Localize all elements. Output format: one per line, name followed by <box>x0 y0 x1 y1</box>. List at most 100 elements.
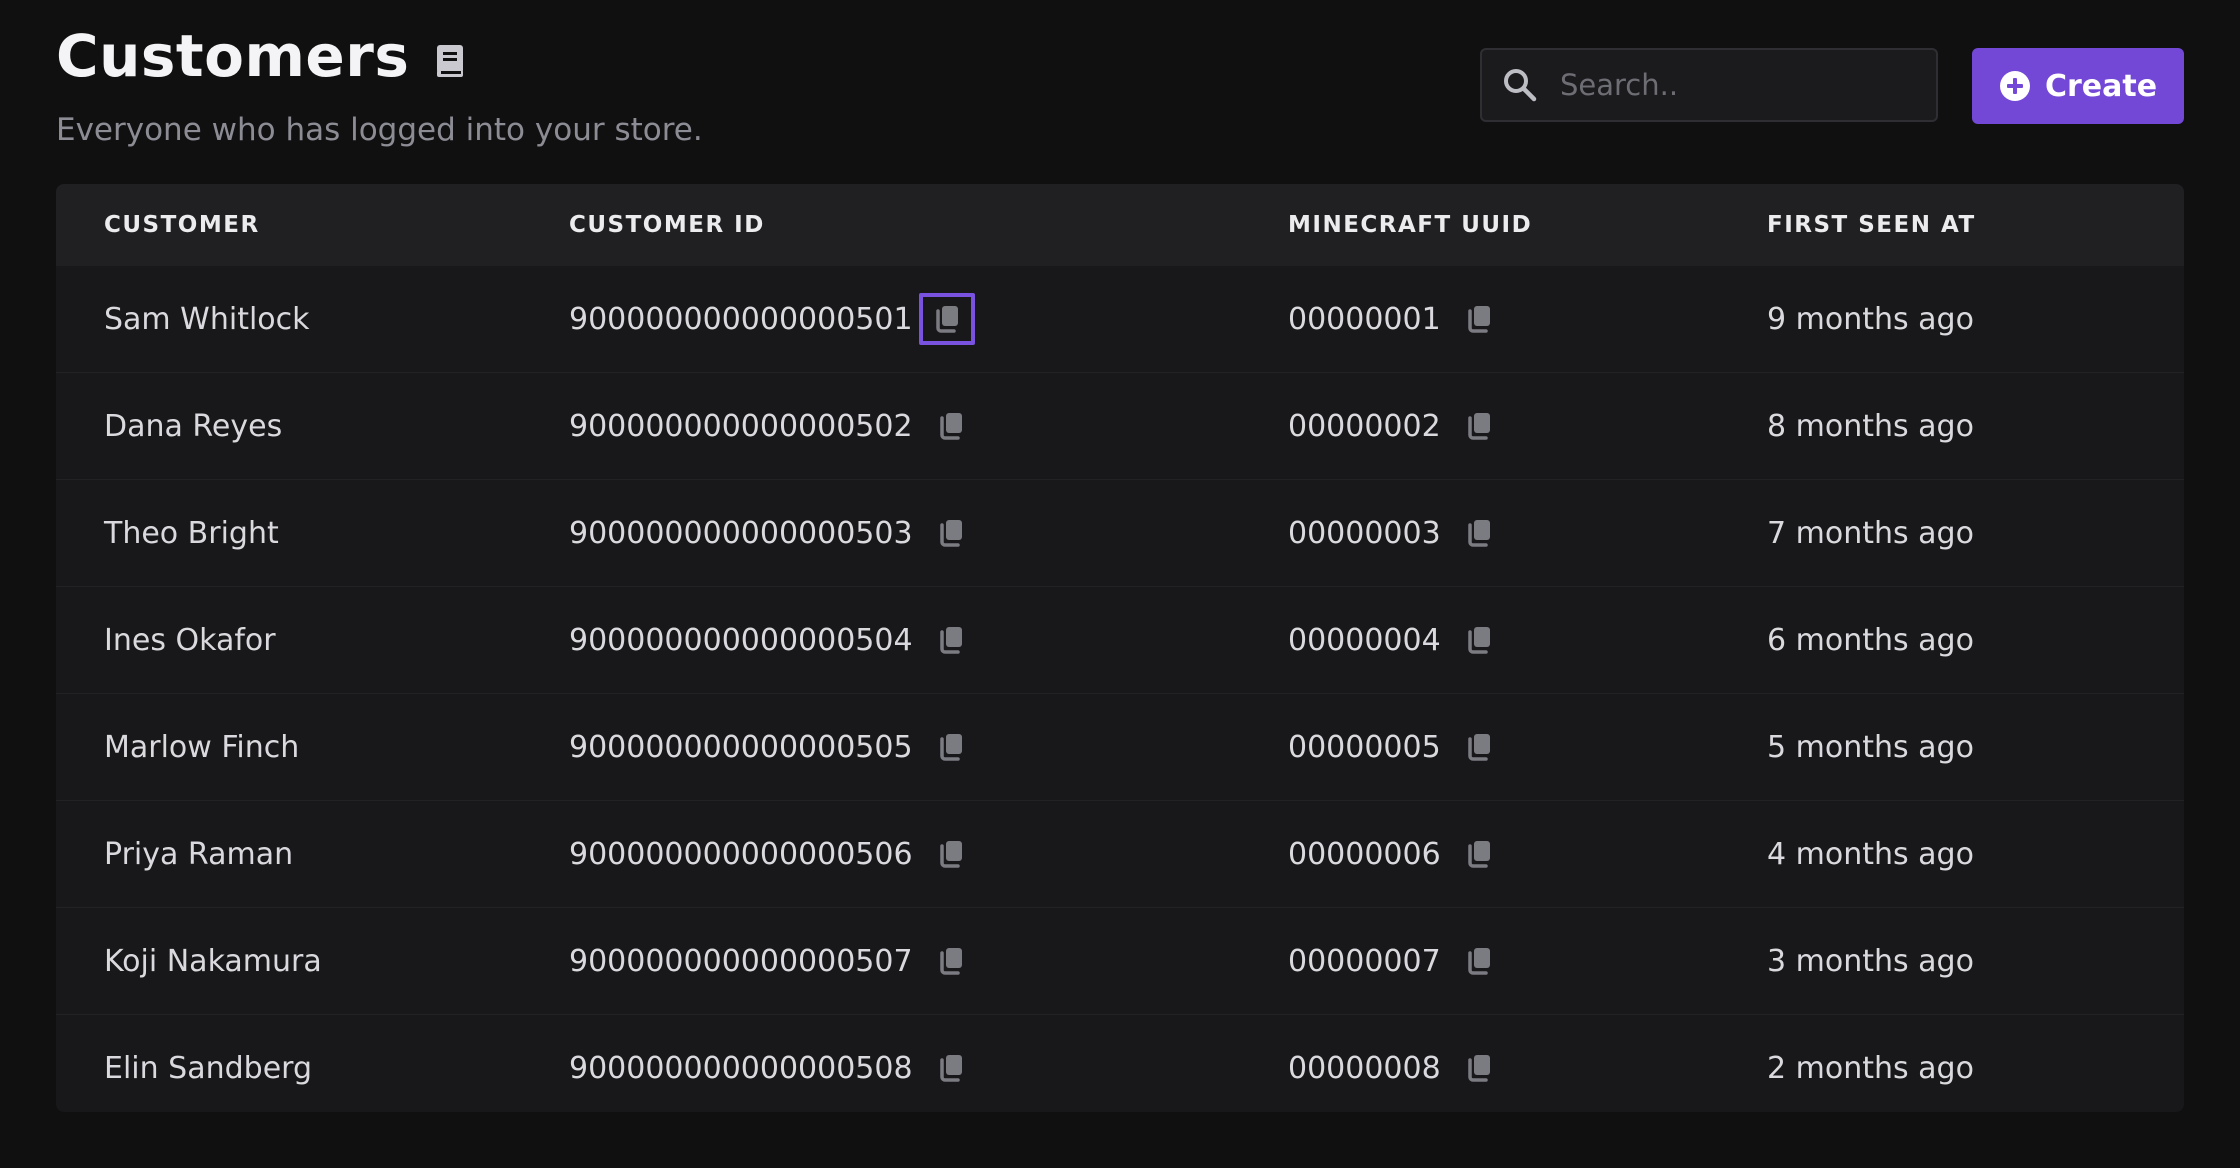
customer-id-cell: 900000000000000502 <box>569 406 971 446</box>
customer-id-cell: 900000000000000501 <box>569 293 975 345</box>
customer-name-cell: Koji Nakamura <box>104 944 322 979</box>
first-seen-cell-text: 5 months ago <box>1767 729 1974 765</box>
customer-id-cell-text: 900000000000000502 <box>569 408 913 444</box>
customer-id-cell-text: 900000000000000501 <box>569 301 913 337</box>
customer-id-cell: 900000000000000508 <box>569 1048 971 1088</box>
table-row[interactable]: Priya Raman 900000000000000506 00000006 4… <box>56 801 2184 908</box>
first-seen-cell-text: 7 months ago <box>1767 515 1974 551</box>
customer-name-cell: Dana Reyes <box>104 409 282 444</box>
minecraft-uuid-cell: 00000008 <box>1288 1048 1499 1088</box>
copy-icon[interactable] <box>1459 1048 1499 1088</box>
customer-id-cell-text: 900000000000000503 <box>569 515 913 551</box>
copy-icon[interactable] <box>931 834 971 874</box>
customer-id-cell-text: 900000000000000507 <box>569 943 913 979</box>
table-row[interactable]: Theo Bright 900000000000000503 00000003 7… <box>56 480 2184 587</box>
customer-name-cell: Ines Okafor <box>104 623 276 658</box>
minecraft-uuid-cell-text: 00000005 <box>1288 729 1441 765</box>
customer-name-cell-text: Theo Bright <box>104 515 279 551</box>
minecraft-uuid-cell-text: 00000007 <box>1288 943 1441 979</box>
column-header-customer: CUSTOMER <box>104 212 260 238</box>
minecraft-uuid-cell-text: 00000006 <box>1288 836 1441 872</box>
page-subtitle: Everyone who has logged into your store. <box>56 112 703 148</box>
copy-icon[interactable] <box>1459 941 1499 981</box>
minecraft-uuid-cell: 00000002 <box>1288 406 1499 446</box>
customer-name-cell-text: Koji Nakamura <box>104 943 322 979</box>
column-header-customer-id: CUSTOMER ID <box>569 212 765 238</box>
first-seen-cell: 9 months ago <box>1767 302 1974 337</box>
minecraft-uuid-cell-text: 00000008 <box>1288 1050 1441 1086</box>
customers-page: Customers Everyone who has logged into y… <box>0 0 2240 1168</box>
customer-name-cell: Marlow Finch <box>104 730 299 765</box>
first-seen-cell-text: 4 months ago <box>1767 836 1974 872</box>
create-button[interactable]: Create <box>1972 48 2184 124</box>
copy-icon[interactable] <box>1459 406 1499 446</box>
customer-id-cell: 900000000000000507 <box>569 941 971 981</box>
customer-id-cell: 900000000000000504 <box>569 620 971 660</box>
minecraft-uuid-cell: 00000005 <box>1288 727 1499 767</box>
copy-icon[interactable] <box>918 293 975 345</box>
copy-icon[interactable] <box>931 941 971 981</box>
search-box[interactable] <box>1480 48 1938 122</box>
copy-icon[interactable] <box>1459 620 1499 660</box>
customer-name-cell-text: Elin Sandberg <box>104 1050 313 1086</box>
copy-icon[interactable] <box>931 620 971 660</box>
table-row[interactable]: Elin Sandberg 900000000000000508 00000008… <box>56 1015 2184 1112</box>
first-seen-cell: 2 months ago <box>1767 1051 1974 1086</box>
search-icon <box>1502 67 1538 103</box>
copy-icon[interactable] <box>1459 727 1499 767</box>
customer-name-cell-text: Ines Okafor <box>104 622 276 658</box>
copy-icon[interactable] <box>1459 299 1499 339</box>
copy-icon[interactable] <box>1459 513 1499 553</box>
table-row[interactable]: Sam Whitlock 900000000000000501 00000001 … <box>56 266 2184 373</box>
table-row[interactable]: Marlow Finch 900000000000000505 00000005 … <box>56 694 2184 801</box>
copy-icon[interactable] <box>931 727 971 767</box>
page-header: Customers Everyone who has logged into y… <box>56 22 703 150</box>
table-row[interactable]: Koji Nakamura 900000000000000507 00000007… <box>56 908 2184 1015</box>
customer-name-cell-text: Marlow Finch <box>104 729 300 765</box>
minecraft-uuid-cell: 00000003 <box>1288 513 1499 553</box>
title-row: Customers <box>56 22 703 90</box>
minecraft-uuid-cell-text: 00000004 <box>1288 622 1441 658</box>
copy-icon[interactable] <box>1459 834 1499 874</box>
create-button-label: Create <box>2044 68 2158 104</box>
customers-table: CUSTOMER CUSTOMER ID MINECRAFT UUID FIRS… <box>56 184 2184 1112</box>
customer-id-cell: 900000000000000503 <box>569 513 971 553</box>
customer-id-cell: 900000000000000506 <box>569 834 971 874</box>
column-header-first-seen-at: FIRST SEEN AT <box>1767 212 1976 238</box>
table-row[interactable]: Dana Reyes 900000000000000502 00000002 8 … <box>56 373 2184 480</box>
book-icon[interactable] <box>435 43 465 79</box>
customer-id-cell-text: 900000000000000505 <box>569 729 913 765</box>
first-seen-cell-text: 3 months ago <box>1767 943 1974 979</box>
customer-name-cell: Elin Sandberg <box>104 1051 312 1086</box>
minecraft-uuid-cell: 00000007 <box>1288 941 1499 981</box>
first-seen-cell-text: 6 months ago <box>1767 622 1974 658</box>
customer-name-cell-text: Priya Raman <box>104 836 294 872</box>
first-seen-cell: 4 months ago <box>1767 837 1974 872</box>
customer-name-cell-text: Dana Reyes <box>104 408 283 444</box>
search-input[interactable] <box>1558 67 1936 103</box>
first-seen-cell-text: 8 months ago <box>1767 408 1974 444</box>
minecraft-uuid-cell-text: 00000002 <box>1288 408 1441 444</box>
first-seen-cell: 7 months ago <box>1767 516 1974 551</box>
first-seen-cell: 5 months ago <box>1767 730 1974 765</box>
table-row[interactable]: Ines Okafor 900000000000000504 00000004 6… <box>56 587 2184 694</box>
minecraft-uuid-cell-text: 00000003 <box>1288 515 1441 551</box>
first-seen-cell: 6 months ago <box>1767 623 1974 658</box>
column-header-minecraft-uuid: MINECRAFT UUID <box>1288 212 1533 238</box>
minecraft-uuid-cell: 00000001 <box>1288 299 1499 339</box>
customer-name-cell: Sam Whitlock <box>104 302 310 337</box>
customer-name-cell: Priya Raman <box>104 837 293 872</box>
first-seen-cell-text: 2 months ago <box>1767 1050 1974 1086</box>
table-body: Sam Whitlock 900000000000000501 00000001 … <box>56 266 2184 1112</box>
customer-id-cell-text: 900000000000000504 <box>569 622 913 658</box>
customer-id-cell-text: 900000000000000508 <box>569 1050 913 1086</box>
copy-icon[interactable] <box>931 406 971 446</box>
first-seen-cell: 8 months ago <box>1767 409 1974 444</box>
table-header: CUSTOMER CUSTOMER ID MINECRAFT UUID FIRS… <box>56 184 2184 266</box>
copy-icon[interactable] <box>931 513 971 553</box>
first-seen-cell: 3 months ago <box>1767 944 1974 979</box>
minecraft-uuid-cell: 00000006 <box>1288 834 1499 874</box>
customer-name-cell: Theo Bright <box>104 516 279 551</box>
customer-id-cell: 900000000000000505 <box>569 727 971 767</box>
copy-icon[interactable] <box>931 1048 971 1088</box>
